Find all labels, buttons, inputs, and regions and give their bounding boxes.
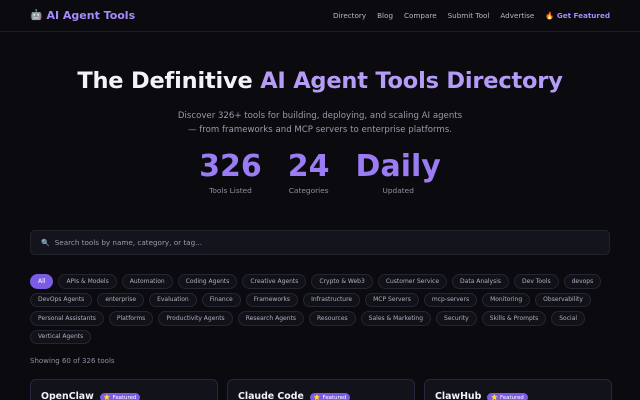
brand-logo[interactable]: 🤖 AI Agent Tools xyxy=(30,9,135,22)
category-chip[interactable]: enterprise xyxy=(97,292,145,307)
page-title-lead: The Definitive xyxy=(77,68,261,94)
stat-label: Categories xyxy=(288,186,329,195)
category-chip[interactable]: Dev Tools xyxy=(514,274,559,289)
category-chip[interactable]: Data Analysis xyxy=(452,274,510,289)
search-icon: 🔍 xyxy=(41,238,50,247)
category-chip[interactable]: Coding Agents xyxy=(177,274,238,289)
category-chip[interactable]: Resources xyxy=(309,311,356,326)
category-chip[interactable]: DevOps Agents xyxy=(30,292,93,307)
tool-card[interactable]: OpenClaw ⭐ Featured xyxy=(30,379,218,400)
hero-subtitle-line-1: Discover 326+ tools for building, deploy… xyxy=(177,111,463,121)
top-navigation-bar: 🤖 AI Agent Tools Directory Blog Compare … xyxy=(0,0,640,32)
category-chip[interactable]: Personal Assistants xyxy=(30,311,104,326)
tool-card-name: ClawHub xyxy=(435,391,482,400)
featured-badge: ⭐ Featured xyxy=(487,393,528,400)
nav-link-blog[interactable]: Blog xyxy=(377,11,393,20)
tool-card-name: OpenClaw xyxy=(41,391,94,400)
brand-name: AI Agent Tools xyxy=(46,9,136,22)
stat-updated: Daily Updated xyxy=(356,149,441,195)
category-chip[interactable]: Infrastructure xyxy=(303,292,361,307)
search-bar[interactable]: 🔍 xyxy=(30,230,610,255)
category-chip[interactable]: Platforms xyxy=(108,311,154,326)
category-chip[interactable]: Productivity Agents xyxy=(158,311,233,326)
category-chip[interactable]: devops xyxy=(563,274,602,289)
main-nav: Directory Blog Compare Submit Tool Adver… xyxy=(333,11,610,20)
star-icon: ⭐ xyxy=(313,394,321,400)
search-input[interactable] xyxy=(54,238,595,247)
category-chip[interactable]: Skills & Prompts xyxy=(481,311,547,326)
nav-link-directory[interactable]: Directory xyxy=(333,11,366,20)
stat-value: 24 xyxy=(287,149,330,184)
nav-link-submit-tool[interactable]: Submit Tool xyxy=(448,11,490,20)
tool-card[interactable]: Claude Code ⭐ Featured xyxy=(227,379,415,400)
featured-badge: ⭐ Featured xyxy=(99,393,141,400)
star-icon: ⭐ xyxy=(491,394,499,400)
category-chip[interactable]: Security xyxy=(436,311,477,326)
category-chip[interactable]: Monitoring xyxy=(482,292,531,307)
nav-link-compare[interactable]: Compare xyxy=(404,11,437,20)
category-chip[interactable]: Social xyxy=(551,311,586,326)
category-chip[interactable]: Frameworks xyxy=(245,292,299,307)
fire-icon: 🔥 xyxy=(545,11,555,20)
nav-link-advertise[interactable]: Advertise xyxy=(500,11,534,20)
get-featured-label: Get Featured xyxy=(556,11,610,20)
stat-tools-listed: 326 Tools Listed xyxy=(199,149,262,195)
category-filter-chips: All APIs & Models Automation Coding Agents C… xyxy=(30,274,615,344)
featured-badge: ⭐ Featured xyxy=(309,393,351,400)
hero-subtitle-line-2: — from frameworks and MCP servers to ent… xyxy=(187,125,453,135)
featured-badge-label: Featured xyxy=(322,394,347,400)
category-chip[interactable]: Sales & Marketing xyxy=(360,311,432,326)
featured-badge-label: Featured xyxy=(112,394,137,400)
stats-row: 326 Tools Listed 24 Categories Daily Upd… xyxy=(0,149,640,195)
hero-subtitle: Discover 326+ tools for building, deploy… xyxy=(150,109,490,137)
category-chip[interactable]: Automation xyxy=(121,274,173,289)
featured-badge-label: Featured xyxy=(500,394,524,400)
tool-cards: OpenClaw ⭐ Featured Claude Code ⭐ Featured Cla… xyxy=(30,379,612,400)
robot-icon: 🤖 xyxy=(30,10,43,21)
category-chip[interactable]: Creative Agents xyxy=(242,274,307,289)
category-chip[interactable]: MCP Servers xyxy=(365,292,419,307)
category-chip[interactable]: All xyxy=(30,274,54,289)
tool-card[interactable]: ClawHub ⭐ Featured xyxy=(424,379,612,400)
category-chip[interactable]: Vertical Agents xyxy=(30,329,92,344)
star-icon: ⭐ xyxy=(103,394,111,400)
results-count: Showing 60 of 326 tools xyxy=(30,357,115,365)
tool-card-name: Claude Code xyxy=(238,391,304,400)
stat-label: Updated xyxy=(382,186,414,195)
stat-label: Tools Listed xyxy=(209,186,252,195)
stat-categories: 24 Categories xyxy=(288,149,330,195)
page-title-highlight: AI Agent Tools Directory xyxy=(260,68,563,94)
stat-value: 326 xyxy=(199,149,262,184)
category-chip[interactable]: Customer Service xyxy=(377,274,448,289)
category-chip[interactable]: Observability xyxy=(535,292,591,307)
category-chip[interactable]: Research Agents xyxy=(237,311,305,326)
category-chip[interactable]: Finance xyxy=(201,292,241,307)
category-chip[interactable]: mcp-servers xyxy=(423,292,478,307)
stat-value: Daily xyxy=(355,149,441,184)
page-title: The Definitive AI Agent Tools Directory xyxy=(0,68,640,94)
category-chip[interactable]: Crypto & Web3 xyxy=(311,274,373,289)
category-chip[interactable]: Evaluation xyxy=(149,292,197,307)
get-featured-link[interactable]: 🔥 Get Featured xyxy=(545,11,610,20)
category-chip[interactable]: APIs & Models xyxy=(58,274,117,289)
